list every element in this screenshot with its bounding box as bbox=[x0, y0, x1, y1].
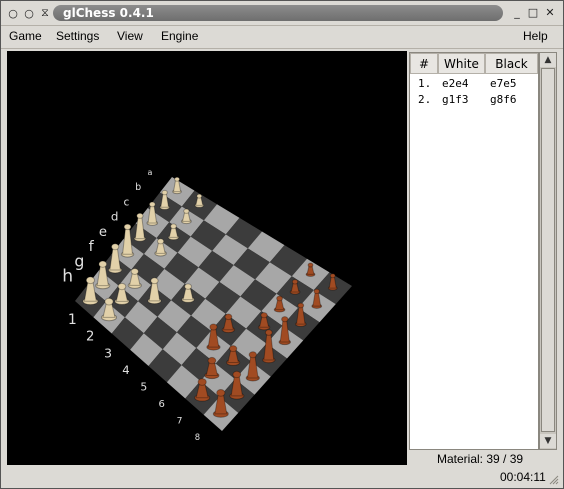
col-header-white[interactable]: White bbox=[438, 53, 485, 74]
rank-label: 1 bbox=[68, 312, 77, 328]
file-label: b bbox=[135, 182, 141, 193]
minimize-icon[interactable]: _ bbox=[509, 5, 525, 21]
chess-board-view[interactable]: a 1 b 2 c 3 d 4 e 5 f 6 g 7 h 8 bbox=[7, 51, 407, 465]
white-move: g1f3 bbox=[442, 93, 469, 106]
rank-label: 5 bbox=[140, 380, 147, 393]
move-list-scrollbar[interactable]: ▲ ▼ bbox=[539, 52, 557, 450]
move-number: 2. bbox=[418, 93, 432, 106]
menu-view[interactable]: View bbox=[117, 29, 143, 43]
rank-label: 4 bbox=[122, 363, 129, 377]
table-row[interactable]: 2. g1f3 g8f6 bbox=[410, 92, 538, 107]
white-move: e2e4 bbox=[442, 77, 469, 90]
scroll-up-icon[interactable]: ▲ bbox=[540, 53, 556, 67]
game-clock: 00:04:11 bbox=[500, 470, 546, 484]
maximize-icon[interactable]: □ bbox=[525, 5, 541, 21]
close-icon[interactable]: ✕ bbox=[542, 5, 558, 21]
rank-label: 3 bbox=[104, 345, 112, 360]
menu-settings[interactable]: Settings bbox=[56, 29, 99, 43]
app-window: ○ ○ ⧖ glChess 0.4.1 _ □ ✕ Game Settings … bbox=[0, 0, 564, 489]
title-bar[interactable]: ○ ○ ⧖ glChess 0.4.1 _ □ ✕ bbox=[1, 1, 563, 26]
rank-label: 7 bbox=[177, 416, 183, 427]
window-menu-icon[interactable]: ○ bbox=[5, 5, 21, 21]
scroll-thumb[interactable] bbox=[541, 68, 555, 432]
file-label: a bbox=[147, 168, 152, 177]
rank-label: 6 bbox=[159, 399, 165, 410]
menu-bar: Game Settings View Engine Help bbox=[1, 26, 563, 49]
rank-label: 2 bbox=[86, 330, 94, 345]
menu-game[interactable]: Game bbox=[9, 29, 42, 43]
window-title: glChess 0.4.1 bbox=[53, 5, 503, 21]
shade-icon[interactable]: ⧖ bbox=[37, 5, 53, 21]
board-3d-render[interactable]: a 1 b 2 c 3 d 4 e 5 f 6 g 7 h 8 bbox=[7, 51, 407, 465]
scroll-down-icon[interactable]: ▼ bbox=[540, 434, 556, 448]
file-label: c bbox=[124, 196, 130, 208]
file-label: f bbox=[89, 239, 95, 255]
table-row[interactable]: 1. e2e4 e7e5 bbox=[410, 76, 538, 91]
col-header-black[interactable]: Black bbox=[485, 53, 538, 74]
material-status: Material: 39 / 39 bbox=[437, 452, 524, 466]
menu-engine[interactable]: Engine bbox=[161, 29, 198, 43]
black-move: e7e5 bbox=[490, 77, 517, 90]
file-label: h bbox=[62, 267, 73, 287]
rank-label: 8 bbox=[195, 432, 200, 442]
sticky-icon[interactable]: ○ bbox=[21, 5, 37, 21]
file-label: e bbox=[99, 225, 107, 240]
col-header-num[interactable]: # bbox=[410, 53, 438, 74]
file-label: g bbox=[74, 251, 84, 270]
move-number: 1. bbox=[418, 77, 432, 90]
menu-help[interactable]: Help bbox=[523, 29, 548, 43]
file-label: d bbox=[111, 210, 119, 224]
resize-grip-icon[interactable] bbox=[549, 475, 559, 485]
black-move: g8f6 bbox=[490, 93, 517, 106]
move-list[interactable]: # White Black 1. e2e4 e7e5 2. g1f3 g8f6 bbox=[409, 52, 539, 450]
